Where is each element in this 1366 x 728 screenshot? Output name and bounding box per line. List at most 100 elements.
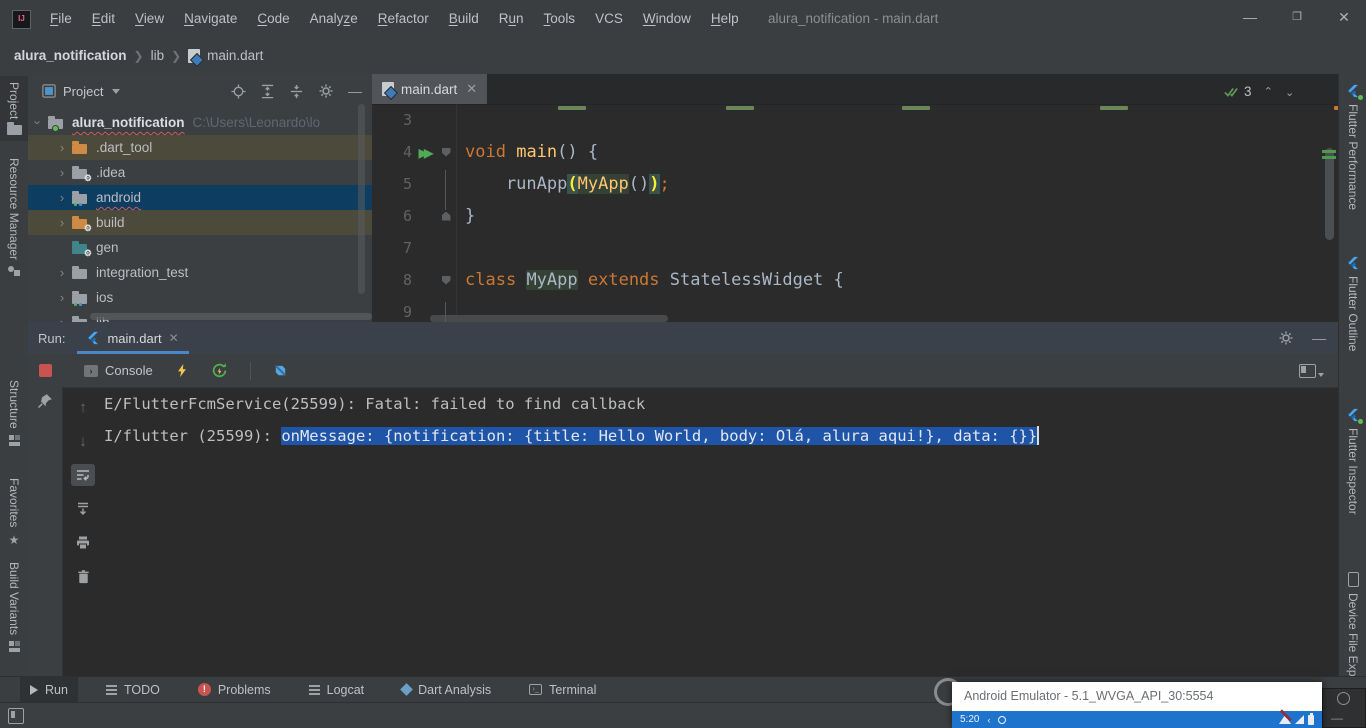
code-text[interactable] [456,104,1338,136]
toolwindow-tab-run[interactable]: Run [20,677,78,702]
fold-marker-icon[interactable] [442,148,451,157]
console-line[interactable]: I/flutter (25599): onMessage: {notificat… [104,420,1338,452]
flutter-hot-reload-icon[interactable] [175,363,189,378]
code-line[interactable]: 7 [372,232,1338,264]
chevron-collapsed-icon[interactable]: › [52,290,72,305]
emulator-minimize-icon[interactable]: — [1331,711,1343,725]
android-emulator-window[interactable]: Android Emulator - 5.1_WVGA_API_30:5554 … [952,682,1322,728]
next-occurrence-icon[interactable]: ↓ [71,430,95,452]
run-arrows-icon[interactable]: ▶▶ [419,146,429,160]
emulator-rotate-icon[interactable] [1337,692,1350,705]
breadcrumb-project[interactable]: alura_notification [14,48,127,63]
next-problem-icon[interactable]: ⌃ [1285,85,1294,98]
chevron-collapsed-icon[interactable]: › [52,140,72,155]
code-text[interactable]: runApp(MyApp()); [456,168,1338,200]
tree-row-idea[interactable]: ›⚙.idea [28,160,372,185]
menu-refactor[interactable]: Refactor [368,11,439,26]
soft-wrap-icon[interactable] [71,464,95,486]
chevron-expanded-icon[interactable]: › [31,113,46,133]
close-window-icon[interactable]: ✕ [1321,0,1366,37]
editor-horizontal-scrollbar[interactable] [430,315,668,322]
stripe-button-build-variants[interactable]: Build Variants [0,556,28,658]
toolwindow-tab-problems[interactable]: !Problems [188,677,281,702]
code-line[interactable]: 4▶▶void main() { [372,136,1338,168]
tree-row-integration_test[interactable]: ›integration_test [28,260,372,285]
tree-row-gen[interactable]: ⚙gen [28,235,372,260]
collapse-all-icon[interactable] [289,84,304,99]
gear-icon[interactable] [318,83,334,99]
clear-all-icon[interactable] [71,566,95,588]
prev-occurrence-icon[interactable]: ↑ [71,396,95,418]
stripe-button-flutter-performance[interactable]: Flutter Performance [1339,78,1366,216]
flutter-hot-restart-icon[interactable] [211,362,228,379]
close-tab-icon[interactable]: ✕ [169,331,179,345]
console-line[interactable]: E/FlutterFcmService(25599): Fatal: faile… [104,388,1338,420]
dart-devtools-icon[interactable] [273,363,288,378]
toolwindow-tab-todo[interactable]: TODO [96,677,170,702]
chevron-collapsed-icon[interactable]: › [52,315,72,322]
stop-process-button[interactable] [39,364,52,377]
run-tab-main-dart[interactable]: main.dart ✕ [77,322,188,354]
stripe-button-flutter-outline[interactable]: Flutter Outline [1339,250,1366,357]
menu-code[interactable]: Code [247,11,299,26]
print-icon[interactable] [71,532,95,554]
stripe-button-flutter-inspector[interactable]: Flutter Inspector [1339,402,1366,521]
tree-row-build[interactable]: ›⚙build [28,210,372,235]
code-text[interactable]: } [456,200,1338,232]
breadcrumb-dir[interactable]: lib [151,48,165,63]
menu-view[interactable]: View [125,11,174,26]
toolwindow-tab-dart-analysis[interactable]: Dart Analysis [392,677,501,702]
toolwindow-tab-terminal[interactable]: ›_Terminal [519,677,606,702]
menu-window[interactable]: Window [633,11,701,26]
console-tab[interactable]: › Console [84,363,153,378]
stripe-button-favorites[interactable]: Favorites★ [0,472,28,553]
gear-icon[interactable] [1278,330,1294,346]
stripe-button-resource-manager[interactable]: Resource Manager [0,152,28,282]
locate-file-icon[interactable] [231,84,246,99]
stripe-button-structure[interactable]: Structure [0,374,28,452]
code-text[interactable]: void main() { [456,136,1338,168]
toolwindow-tab-logcat[interactable]: Logcat [299,677,375,702]
menu-navigate[interactable]: Navigate [174,11,247,26]
menu-run[interactable]: Run [489,11,534,26]
chevron-collapsed-icon[interactable]: › [52,215,72,230]
run-line-icon[interactable]: ▶▶ [412,145,436,160]
code-text[interactable]: class MyApp extends StatelessWidget { [456,264,1338,296]
previous-problem-icon[interactable]: ⌃ [1264,85,1273,98]
layout-settings-icon[interactable] [1299,364,1316,378]
project-horizontal-scrollbar[interactable] [90,313,372,320]
tree-row-ios[interactable]: ›ios [28,285,372,310]
code-area[interactable]: 34▶▶void main() {5 runApp(MyApp());6}78c… [372,104,1338,322]
menu-tools[interactable]: Tools [534,11,586,26]
scroll-to-end-icon[interactable] [71,498,95,520]
menu-help[interactable]: Help [701,11,749,26]
editor-scrollbar-thumb[interactable] [1325,148,1334,240]
chevron-collapsed-icon[interactable]: › [52,165,72,180]
tree-row-dart_tool[interactable]: ›.dart_tool [28,135,372,160]
code-text[interactable] [456,232,1338,264]
code-line[interactable]: 8class MyApp extends StatelessWidget { [372,264,1338,296]
inspections-widget[interactable]: 3 ⌃ ⌃ [1223,84,1294,99]
hide-panel-icon[interactable]: — [348,83,362,99]
code-line[interactable]: 3 [372,104,1338,136]
tool-window-switcher-icon[interactable] [8,708,24,724]
tree-row-root[interactable]: ›alura_notificationC:\Users\Leonardo\lo [28,110,372,135]
chevron-collapsed-icon[interactable]: › [52,190,72,205]
project-view-selector[interactable]: Project [42,84,120,99]
pin-tab-icon[interactable] [37,393,53,409]
fold-marker-icon[interactable] [442,276,451,285]
menu-file[interactable]: File [40,11,82,26]
close-tab-icon[interactable]: ✕ [466,81,477,97]
stripe-button-project[interactable]: Project [0,76,28,141]
project-vertical-scrollbar[interactable] [358,104,365,294]
menu-build[interactable]: Build [439,11,489,26]
chevron-collapsed-icon[interactable]: › [52,265,72,280]
minimize-window-icon[interactable]: — [1227,0,1273,37]
hide-panel-icon[interactable]: — [1312,330,1326,346]
console-output[interactable]: E/FlutterFcmService(25599): Fatal: faile… [104,388,1338,676]
code-line[interactable]: 6} [372,200,1338,232]
menu-vcs[interactable]: VCS [585,11,633,26]
expand-all-icon[interactable] [260,84,275,99]
menu-edit[interactable]: Edit [82,11,125,26]
tree-row-android[interactable]: ›android [28,185,372,210]
